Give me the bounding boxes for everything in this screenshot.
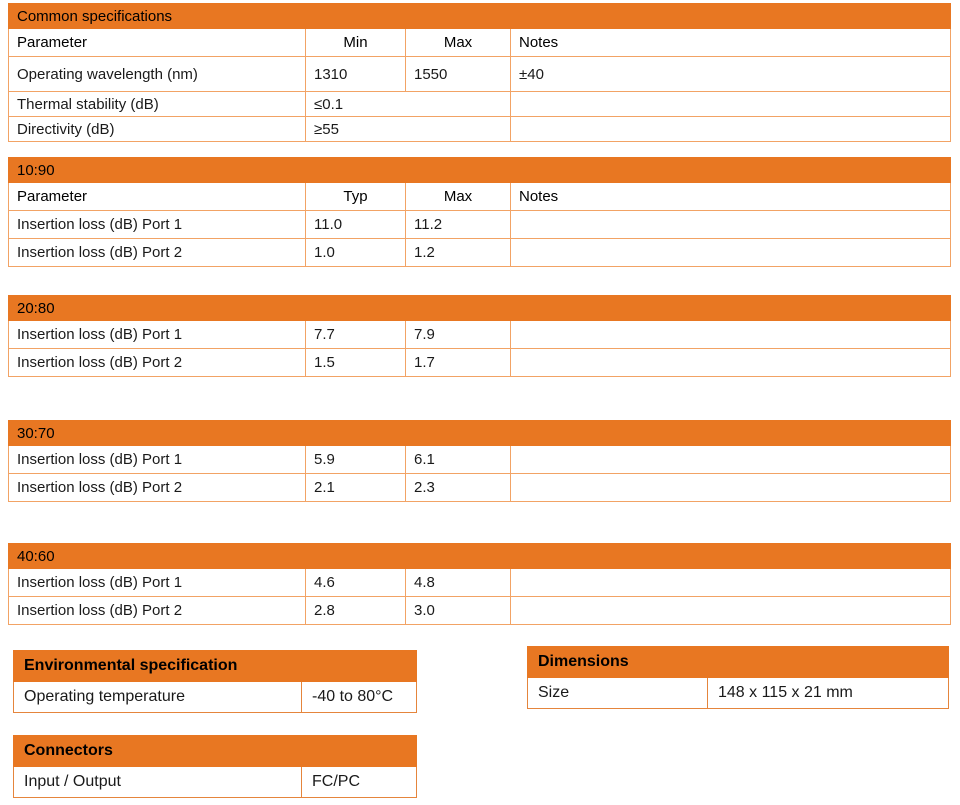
cell-max: 11.2 <box>405 210 511 239</box>
ratio-table-40-60: 40:60 Insertion loss (dB) Port 1 4.6 4.8… <box>7 543 952 625</box>
table-row: Input / Output FC/PC <box>13 766 417 798</box>
cell-max: 2.3 <box>405 473 511 502</box>
table-row: Insertion loss (dB) Port 1 11.0 11.2 <box>8 210 952 239</box>
column-header-max: Max <box>405 182 511 211</box>
section-title-connectors: Connectors <box>13 735 417 767</box>
cell-parameter: Directivity (dB) <box>8 116 306 142</box>
table-row: Insertion loss (dB) Port 2 1.5 1.7 <box>8 348 952 377</box>
table-row: Insertion loss (dB) Port 2 2.1 2.3 <box>8 473 952 502</box>
table-title-row: 40:60 <box>7 543 952 569</box>
cell-notes <box>509 320 952 349</box>
column-header-parameter: Parameter <box>8 182 306 211</box>
cell-typ: 2.1 <box>305 473 406 502</box>
cell-max: 4.8 <box>405 568 511 597</box>
column-header-min: Min <box>305 28 406 57</box>
cell-value-input-output: FC/PC <box>301 766 417 798</box>
cell-notes <box>509 445 952 474</box>
column-header-notes: Notes <box>509 182 952 211</box>
cell-notes <box>509 238 952 267</box>
cell-notes <box>509 348 952 377</box>
cell-notes <box>509 596 952 625</box>
cell-parameter: Operating wavelength (nm) <box>8 56 306 92</box>
cell-parameter: Thermal stability (dB) <box>8 91 306 117</box>
table-row: Insertion loss (dB) Port 1 7.7 7.9 <box>8 320 952 349</box>
table-title-row: 20:80 <box>7 295 952 321</box>
cell-value-operating-temperature: -40 to 80°C <box>300 681 418 713</box>
table-title-row: 30:70 <box>7 420 952 446</box>
column-header-parameter: Parameter <box>8 28 306 57</box>
table-title-row: Dimensions <box>527 646 949 678</box>
cell-value-merged: ≥55 <box>305 116 511 142</box>
cell-typ: 11.0 <box>305 210 406 239</box>
table-row: Operating temperature -40 to 80°C <box>13 681 418 713</box>
cell-parameter: Insertion loss (dB) Port 1 <box>8 320 306 349</box>
environmental-specification-table: Environmental specification Operating te… <box>12 650 418 713</box>
section-title-30-70: 30:70 <box>7 420 952 446</box>
cell-max: 7.9 <box>405 320 511 349</box>
cell-label-size: Size <box>527 677 708 709</box>
cell-notes <box>509 210 952 239</box>
table-row: Insertion loss (dB) Port 2 2.8 3.0 <box>8 596 952 625</box>
column-header-notes: Notes <box>510 28 951 57</box>
cell-parameter: Insertion loss (dB) Port 2 <box>8 238 306 267</box>
connectors-table: Connectors Input / Output FC/PC <box>13 735 417 798</box>
common-specifications-table: Common specifications Parameter Min Max … <box>8 3 951 142</box>
table-title-row: Common specifications <box>8 3 951 29</box>
table-row: Operating wavelength (nm) 1310 1550 ±40 <box>8 56 951 92</box>
ratio-table-20-80: 20:80 Insertion loss (dB) Port 1 7.7 7.9… <box>7 295 952 377</box>
cell-label-operating-temperature: Operating temperature <box>13 681 302 713</box>
cell-label-input-output: Input / Output <box>13 766 302 798</box>
cell-notes <box>510 116 951 142</box>
cell-typ: 5.9 <box>305 445 406 474</box>
cell-parameter: Insertion loss (dB) Port 2 <box>8 348 306 377</box>
table-header-row: Parameter Typ Max Notes <box>8 182 952 211</box>
ratio-table-10-90: 10:90 Parameter Typ Max Notes Insertion … <box>7 157 952 267</box>
cell-typ: 7.7 <box>305 320 406 349</box>
cell-max: 3.0 <box>405 596 511 625</box>
cell-notes <box>509 473 952 502</box>
table-row: Insertion loss (dB) Port 2 1.0 1.2 <box>8 238 952 267</box>
table-row: Insertion loss (dB) Port 1 5.9 6.1 <box>8 445 952 474</box>
column-header-max: Max <box>405 28 511 57</box>
column-header-typ: Typ <box>305 182 406 211</box>
table-row: Size 148 x 115 x 21 mm <box>527 677 949 709</box>
cell-max: 1550 <box>405 56 511 92</box>
section-title-10-90: 10:90 <box>7 157 952 183</box>
cell-max: 6.1 <box>405 445 511 474</box>
cell-parameter: Insertion loss (dB) Port 1 <box>8 445 306 474</box>
table-title-row: Environmental specification <box>12 650 418 682</box>
cell-typ: 1.0 <box>305 238 406 267</box>
cell-value-size: 148 x 115 x 21 mm <box>707 677 949 709</box>
section-title-40-60: 40:60 <box>7 543 952 569</box>
table-row: Thermal stability (dB) ≤0.1 <box>8 91 951 117</box>
dimensions-table: Dimensions Size 148 x 115 x 21 mm <box>527 646 949 709</box>
cell-max: 1.7 <box>405 348 511 377</box>
ratio-table-30-70: 30:70 Insertion loss (dB) Port 1 5.9 6.1… <box>7 420 952 502</box>
section-title-20-80: 20:80 <box>7 295 952 321</box>
section-title-dimensions: Dimensions <box>527 646 949 678</box>
cell-typ: 2.8 <box>305 596 406 625</box>
cell-notes <box>509 568 952 597</box>
table-header-row: Parameter Min Max Notes <box>8 28 951 57</box>
cell-typ: 1.5 <box>305 348 406 377</box>
cell-parameter: Insertion loss (dB) Port 2 <box>8 473 306 502</box>
cell-typ: 4.6 <box>305 568 406 597</box>
table-row: Directivity (dB) ≥55 <box>8 116 951 142</box>
cell-parameter: Insertion loss (dB) Port 1 <box>8 568 306 597</box>
cell-notes <box>510 91 951 117</box>
cell-value-merged: ≤0.1 <box>305 91 511 117</box>
cell-max: 1.2 <box>405 238 511 267</box>
table-title-row: 10:90 <box>7 157 952 183</box>
section-title-environmental-specification: Environmental specification <box>12 650 418 682</box>
cell-parameter: Insertion loss (dB) Port 2 <box>8 596 306 625</box>
table-title-row: Connectors <box>13 735 417 767</box>
table-row: Insertion loss (dB) Port 1 4.6 4.8 <box>8 568 952 597</box>
section-title-common-specifications: Common specifications <box>8 3 951 29</box>
cell-parameter: Insertion loss (dB) Port 1 <box>8 210 306 239</box>
cell-notes: ±40 <box>510 56 951 92</box>
cell-min: 1310 <box>305 56 406 92</box>
